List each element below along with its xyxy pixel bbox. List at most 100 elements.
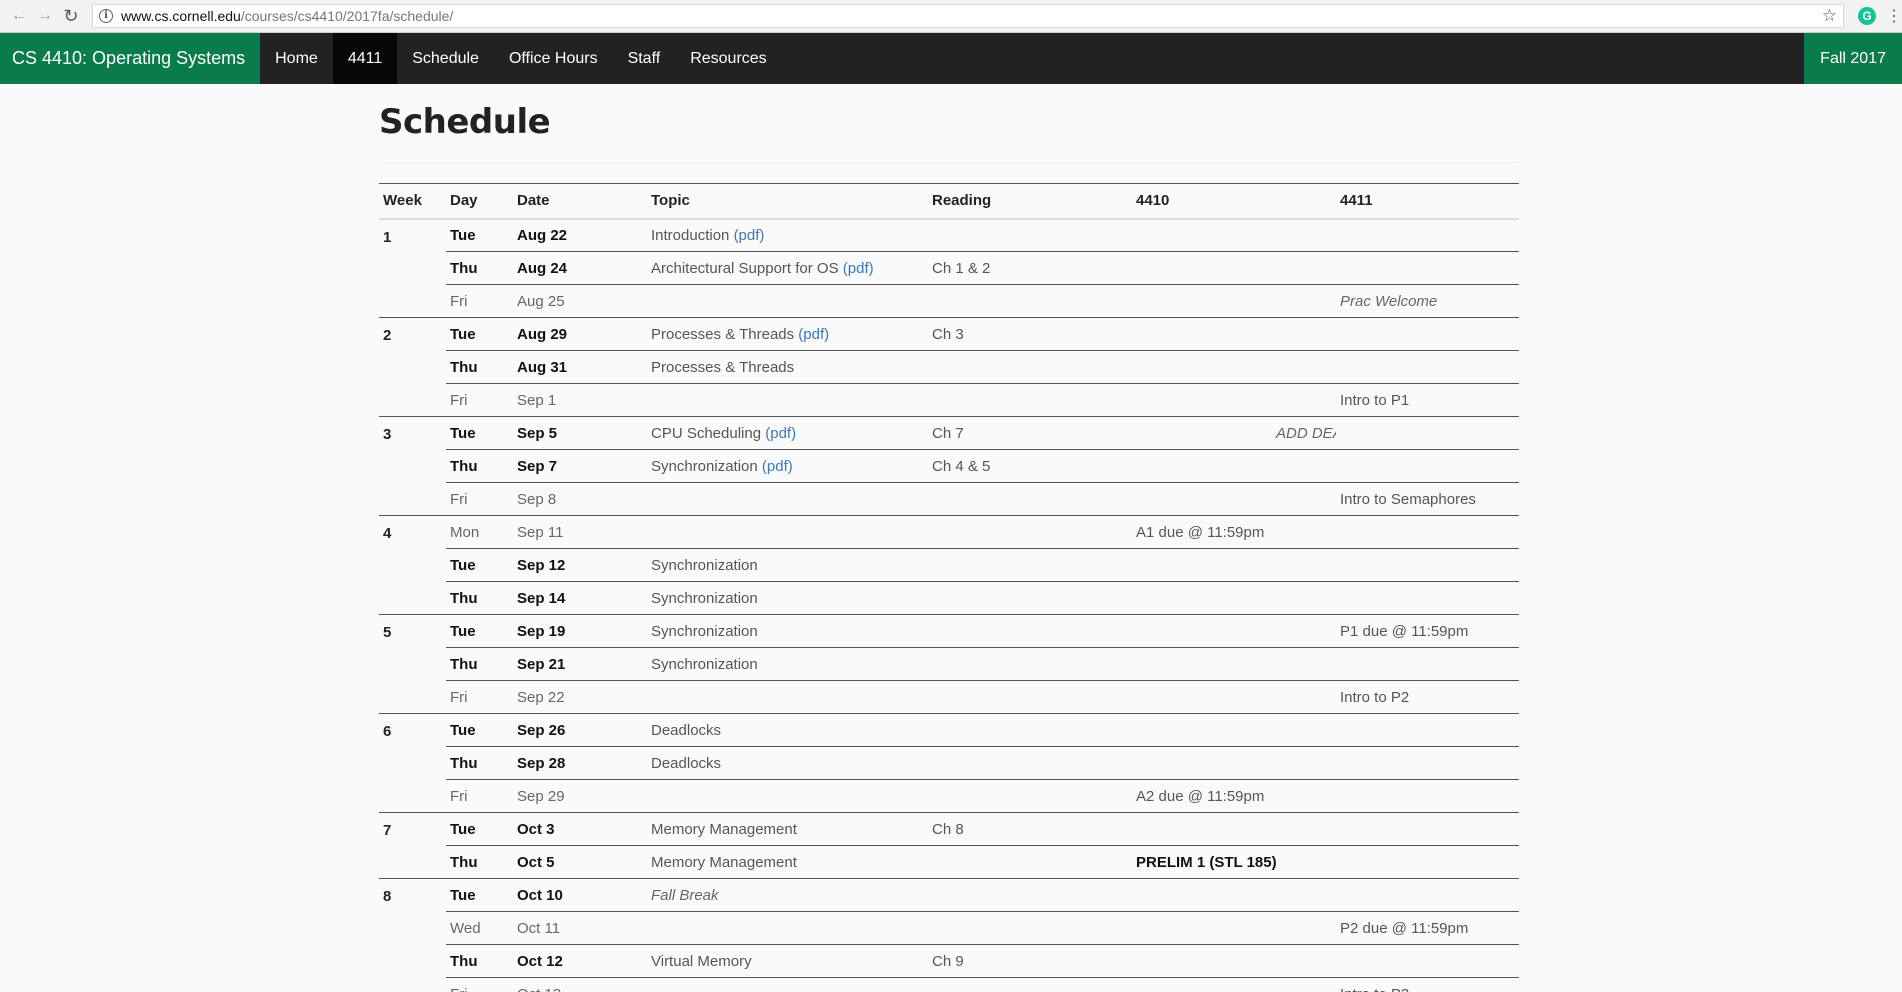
topic-text: Processes & Threads — [651, 325, 795, 343]
nav-staff[interactable]: Staff — [613, 33, 676, 84]
cell-4411 — [1336, 581, 1519, 615]
header-4410: 4410 — [1132, 183, 1336, 220]
title-divider — [379, 162, 1519, 163]
pdf-link[interactable]: (pdf) — [734, 227, 765, 244]
table-row: 3TueSep 5CPU Scheduling (pdf)Ch 7ADD DEA… — [379, 416, 1519, 516]
day-cell: Thu — [446, 944, 513, 978]
browser-menu-icon[interactable]: ⋮ — [1886, 6, 1902, 26]
reading-cell — [928, 219, 1132, 252]
pdf-link[interactable]: (pdf) — [843, 260, 874, 277]
cell-4411 — [1336, 515, 1519, 549]
cell-4411: P1 due @ 11:59pm — [1336, 614, 1519, 648]
pdf-link[interactable]: (pdf) — [762, 458, 793, 475]
table-row: Fri Sep 8 Intro to Semaphores — [379, 482, 1519, 516]
cell-4411-text: Intro to P3 — [1340, 986, 1409, 992]
cell-4410 — [1132, 482, 1336, 516]
day-cell: Tue — [446, 614, 513, 648]
topic-cell: Memory Management — [647, 845, 928, 879]
week-number: 2 — [379, 317, 446, 417]
date-cell: Sep 19 — [513, 614, 647, 648]
address-bar[interactable]: i www.cs.cornell.edu/courses/cs4410/2017… — [92, 4, 1844, 28]
info-icon[interactable]: i — [99, 9, 113, 23]
day-cell: Fri — [446, 779, 513, 813]
day-cell: Thu — [446, 845, 513, 879]
forward-icon[interactable]: → — [32, 3, 58, 29]
date-cell: Sep 28 — [513, 746, 647, 780]
day-cell: Wed — [446, 911, 513, 945]
bookmark-star-icon[interactable]: ☆ — [1822, 6, 1837, 26]
topic-cell: Fall Break — [647, 878, 928, 912]
table-row: 7 Tue Oct 3 Memory Management Ch 8 — [379, 812, 1519, 879]
date-cell: Sep 14 — [513, 581, 647, 615]
cell-4410 — [1132, 878, 1336, 912]
table-row: Thu Oct 5 Memory Management PRELIM 1 (STL 1… — [379, 845, 1519, 879]
topic-cell: Virtual Memory — [647, 944, 928, 978]
cell-4411 — [1336, 713, 1519, 747]
date-cell: Sep 1 — [513, 383, 647, 417]
date-cell: Sep 8 — [513, 482, 647, 516]
cell-4411 — [1336, 548, 1519, 582]
cell-4410 — [1132, 713, 1336, 747]
date-cell: Aug 29 — [513, 317, 647, 351]
reading-cell — [928, 548, 1132, 582]
pdf-link[interactable]: (pdf) — [798, 326, 829, 343]
day-cell: Thu — [446, 647, 513, 681]
cell-4410 — [1132, 746, 1336, 780]
topic-text: Memory Management — [651, 820, 797, 838]
table-row: 4 Mon Sep 11 A1 due @ 11:59pm — [379, 515, 1519, 615]
cell-4411 — [1336, 746, 1519, 780]
back-icon[interactable]: ← — [6, 3, 32, 29]
reading-cell — [928, 515, 1132, 549]
topic-cell: Synchronization — [647, 581, 928, 615]
main-content: Schedule Week Day Date Topic Reading 441… — [379, 102, 1519, 992]
week-number: 7 — [379, 812, 446, 879]
table-row: Thu Oct 12 Virtual Memory Ch 9 — [379, 944, 1519, 978]
reading-cell: Ch 9 — [928, 944, 1132, 978]
topic-text: Synchronization — [651, 655, 758, 673]
nav-resources[interactable]: Resources — [675, 33, 781, 84]
nav-4411[interactable]: 4411 — [332, 33, 398, 84]
url-host: www.cs.cornell.edu — [121, 8, 241, 24]
table-row: Thu Sep 7 Synchronization (pdf) Ch 4 & 5 — [379, 449, 1519, 483]
topic-text: Fall Break — [651, 886, 719, 904]
url-text[interactable]: www.cs.cornell.edu/courses/cs4410/2017fa… — [121, 8, 453, 24]
day-cell: Tue — [446, 548, 513, 582]
reading-cell — [928, 746, 1132, 780]
cell-4411 — [1336, 845, 1519, 879]
nav-home[interactable]: Home — [260, 33, 333, 84]
reading-cell: Ch 4 & 5 — [928, 449, 1132, 483]
date-cell: Oct 13 — [513, 977, 647, 992]
date-cell: Oct 12 — [513, 944, 647, 978]
cell-4410: A1 due @ 11:59pm — [1132, 515, 1336, 549]
reload-icon[interactable]: ↻ — [58, 3, 84, 29]
date-cell: Oct 10 — [513, 878, 647, 912]
topic-text: Memory Management — [651, 853, 797, 871]
reading-cell — [928, 977, 1132, 992]
topic-cell: Memory Management — [647, 812, 928, 846]
cell-4410 — [1132, 647, 1336, 681]
cell-4411 — [1336, 350, 1519, 384]
date-cell: Oct 5 — [513, 845, 647, 879]
day-cell: Thu — [446, 449, 513, 483]
page-title: Schedule — [379, 102, 551, 142]
reading-cell — [928, 713, 1132, 747]
semester-label[interactable]: Fall 2017 — [1804, 33, 1902, 84]
cell-4410 — [1132, 317, 1336, 351]
nav-office-hours[interactable]: Office Hours — [494, 33, 613, 84]
day-cell: Tue — [446, 317, 513, 351]
reading-cell: Ch 3 — [928, 317, 1132, 351]
topic-cell — [647, 515, 928, 549]
date-cell: Oct 11 — [513, 911, 647, 945]
table-row: Thu Sep 21 Synchronization — [379, 647, 1519, 681]
topic-cell — [647, 977, 928, 992]
table-row: Thu Sep 28 Deadlocks — [379, 746, 1519, 780]
site-brand[interactable]: CS 4410: Operating Systems — [0, 33, 261, 84]
pdf-link[interactable]: (pdf) — [765, 425, 796, 442]
topic-text: Deadlocks — [651, 721, 722, 739]
date-cell: Oct 3 — [513, 812, 647, 846]
reading-cell — [928, 482, 1132, 516]
nav-schedule[interactable]: Schedule — [397, 33, 494, 84]
table-row: 8 Tue Oct 10 Fall Break — [379, 878, 1519, 992]
grammarly-extension-icon[interactable]: G — [1858, 7, 1876, 25]
topic-cell: Synchronization — [647, 548, 928, 582]
